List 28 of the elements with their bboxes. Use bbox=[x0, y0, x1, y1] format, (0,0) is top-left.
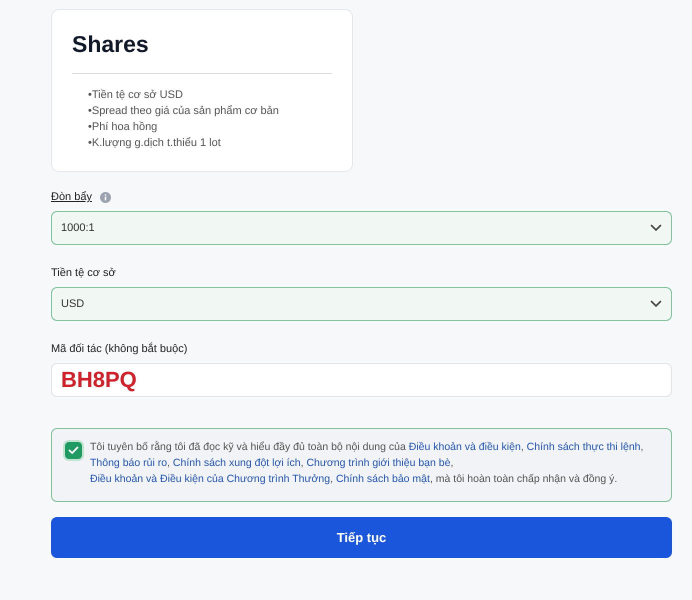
continue-button[interactable]: Tiếp tục bbox=[51, 517, 672, 558]
field-label: Tiền tệ cơ sở bbox=[51, 266, 116, 280]
policy-link[interactable]: Điều khoản và Điều kiện của Chương trình Thưởng bbox=[90, 473, 330, 485]
field-label: Mã đối tác (không bắt buộc) bbox=[51, 342, 188, 356]
feature-item: •K.lượng g.dịch t.thiểu 1 lot bbox=[88, 136, 222, 151]
policy-link[interactable]: Thông báo rủi ro bbox=[90, 457, 168, 469]
select-value: 1000:1 bbox=[61, 220, 95, 236]
field-label: Đòn bẩy bbox=[51, 190, 92, 204]
chevron-down-icon bbox=[650, 224, 662, 232]
check-icon bbox=[68, 446, 79, 455]
policy-link[interactable]: Chính sách bảo mật bbox=[336, 473, 430, 485]
policy-link[interactable]: Chương trình giới thiệu bạn bè bbox=[306, 457, 450, 469]
input-field[interactable]: BH8PQ bbox=[51, 363, 672, 397]
feature-item: •Phí hoa hồng bbox=[88, 120, 158, 135]
chevron-down-icon bbox=[650, 300, 662, 308]
info-icon[interactable] bbox=[100, 192, 111, 202]
feature-item: •Tiền tệ cơ sở USD bbox=[88, 88, 184, 103]
policy-link[interactable]: Chính sách thực thi lệnh bbox=[526, 441, 641, 453]
feature-item: •Spread theo giá của sản phẩm cơ bản bbox=[88, 104, 280, 119]
select-field[interactable]: USD bbox=[51, 287, 672, 321]
select-field[interactable]: 1000:1 bbox=[51, 211, 672, 245]
policy-link[interactable]: Điều khoản và điều kiện bbox=[408, 441, 521, 453]
checkbox[interactable] bbox=[63, 440, 84, 461]
card-title: Shares bbox=[72, 30, 150, 58]
consent-text: Tôi tuyên bố rằng tôi đã đọc kỹ và hiểu đầy đủ toàn bộ nội dung của Điều khoản và điều kiện, Chính sách thực thi lệnh, Thông báo rủi ro, Chính sách xung đột lợi ích, Chương trình giới thiệu bạn bè, Điều khoản và Điều kiện của Chương trình Thưởng, Chính sách bảo mật, mà tôi hoàn toàn chấp nhận và đồng ý. bbox=[90, 440, 644, 487]
policy-link[interactable]: Chính sách xung đột lợi ích bbox=[172, 457, 301, 469]
select-value: USD bbox=[61, 296, 84, 312]
input-value: BH8PQ bbox=[61, 367, 137, 393]
